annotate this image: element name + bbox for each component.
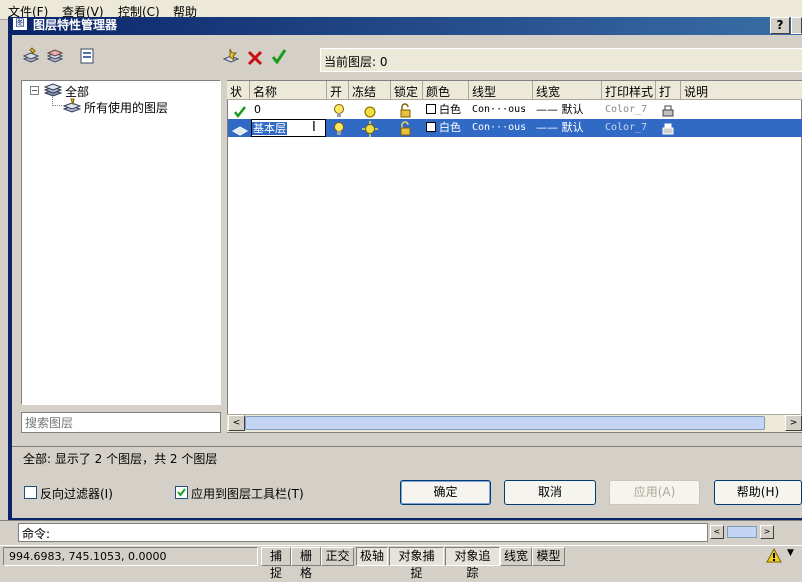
tree-connector: [52, 97, 62, 106]
unlock-icon[interactable]: [398, 120, 414, 138]
col-status[interactable]: 状: [227, 81, 250, 100]
col-description[interactable]: 说明: [681, 81, 802, 100]
layer-name[interactable]: 0: [254, 101, 261, 119]
layer-list-header: 状 名称 开 冻结 锁定 颜色 线型 线宽 打印样式 打 说明: [227, 81, 802, 100]
tree-item-used-layers[interactable]: 所有使用的图层: [84, 99, 168, 116]
layer-plotstyle[interactable]: Color_7: [605, 101, 647, 119]
text-cursor-icon: I: [312, 120, 316, 135]
osnap-toggle[interactable]: 对象捕捉: [389, 547, 444, 580]
title-close-button[interactable]: [791, 17, 802, 34]
scroll-right-button[interactable]: >: [785, 415, 802, 431]
color-swatch-icon: [426, 122, 436, 132]
cancel-button[interactable]: 取消: [504, 480, 596, 505]
color-swatch-icon: [426, 104, 436, 114]
new-group-filter-icon[interactable]: [46, 47, 64, 65]
delete-layer-icon[interactable]: [246, 49, 264, 67]
layer-name: 基本层: [252, 122, 287, 135]
ok-button[interactable]: 确定: [400, 480, 491, 505]
current-layer-display: 当前图层: 0: [320, 48, 802, 72]
dialog-titlebar[interactable]: [8, 17, 802, 35]
search-layer-input[interactable]: [21, 412, 221, 433]
layer-diamond-icon: [232, 126, 248, 136]
coordinate-readout[interactable]: 994.6983, 745.1053, 0.0000: [3, 547, 258, 566]
current-layer-label: 当前图层: 0: [324, 55, 388, 69]
cmd-scroll-right-button[interactable]: >: [760, 525, 774, 539]
col-freeze[interactable]: 冻结: [349, 81, 391, 100]
col-lock[interactable]: 锁定: [391, 81, 423, 100]
col-plot[interactable]: 打: [656, 81, 681, 100]
layer-count-status: 全部: 显示了 2 个图层，共 2 个图层: [23, 452, 218, 466]
apply-button[interactable]: 应用(A): [609, 480, 700, 505]
col-plotstyle[interactable]: 打印样式: [602, 81, 656, 100]
invert-filter-checkbox[interactable]: [24, 486, 37, 499]
ortho-toggle[interactable]: 正交: [321, 547, 354, 566]
apply-toolbar-label[interactable]: 应用到图层工具栏(T): [191, 485, 304, 502]
cmd-scroll-left-button[interactable]: <: [710, 525, 724, 539]
printer-icon[interactable]: [661, 121, 675, 139]
sun-thaw-icon[interactable]: [362, 120, 378, 138]
scroll-thumb[interactable]: [245, 416, 765, 430]
model-toggle[interactable]: 模型: [532, 547, 565, 566]
new-layer-icon[interactable]: [222, 47, 240, 65]
col-lineweight[interactable]: 线宽: [533, 81, 602, 100]
polar-toggle[interactable]: 极轴: [356, 547, 388, 566]
invert-filter-label[interactable]: 反向过滤器(I): [40, 485, 113, 502]
layer-color[interactable]: 白色: [426, 119, 461, 137]
checkmark-icon: [177, 488, 186, 497]
apply-toolbar-checkbox[interactable]: [175, 486, 188, 499]
snap-toggle[interactable]: 捕捉: [261, 547, 291, 580]
warning-icon[interactable]: [766, 548, 782, 564]
layer-linetype[interactable]: Con···ous: [472, 101, 526, 119]
layer-color[interactable]: 白色: [426, 101, 461, 119]
help-button[interactable]: 帮助(H): [714, 480, 802, 505]
title-help-button[interactable]: ?: [770, 17, 790, 34]
filter-tree[interactable]: [21, 80, 221, 405]
command-label: 命令:: [22, 527, 51, 541]
layer-lineweight[interactable]: —— 默认: [536, 119, 584, 137]
layer-states-icon[interactable]: [78, 47, 96, 65]
command-input[interactable]: [18, 523, 708, 542]
new-filter-icon[interactable]: [22, 47, 40, 65]
unlock-icon[interactable]: [398, 102, 414, 120]
layer-row-selected[interactable]: 基本层 I 白色 Con···ous —— 默认 Color_7: [228, 119, 802, 137]
bulb-on-icon[interactable]: [332, 120, 346, 138]
used-layers-filter-icon: [63, 98, 81, 113]
col-on[interactable]: 开: [327, 81, 349, 100]
scroll-left-button[interactable]: <: [228, 415, 245, 431]
app-icon: 图: [12, 17, 28, 31]
tray-chevron-icon[interactable]: ▼: [787, 548, 794, 558]
col-name[interactable]: 名称: [250, 81, 327, 100]
set-current-icon[interactable]: [270, 48, 288, 66]
layer-linetype[interactable]: Con···ous: [472, 119, 526, 137]
bulb-on-icon[interactable]: [332, 102, 346, 120]
layer-plotstyle[interactable]: Color_7: [605, 119, 647, 137]
layer-row[interactable]: 0 白色 Con···ous —— 默认 Color_7: [228, 101, 802, 119]
tree-collapse-icon[interactable]: −: [30, 86, 39, 95]
col-linetype[interactable]: 线型: [469, 81, 533, 100]
lineweight-toggle[interactable]: 线宽: [500, 547, 532, 566]
layer-lineweight[interactable]: —— 默认: [536, 101, 584, 119]
otrack-toggle[interactable]: 对象追踪: [445, 547, 500, 580]
layers-stack-icon: [44, 83, 62, 97]
grid-toggle[interactable]: 栅格: [291, 547, 321, 580]
col-color[interactable]: 颜色: [423, 81, 469, 100]
dialog-title: 图层特性管理器: [33, 18, 118, 32]
cmd-scroll-thumb[interactable]: [727, 526, 757, 538]
